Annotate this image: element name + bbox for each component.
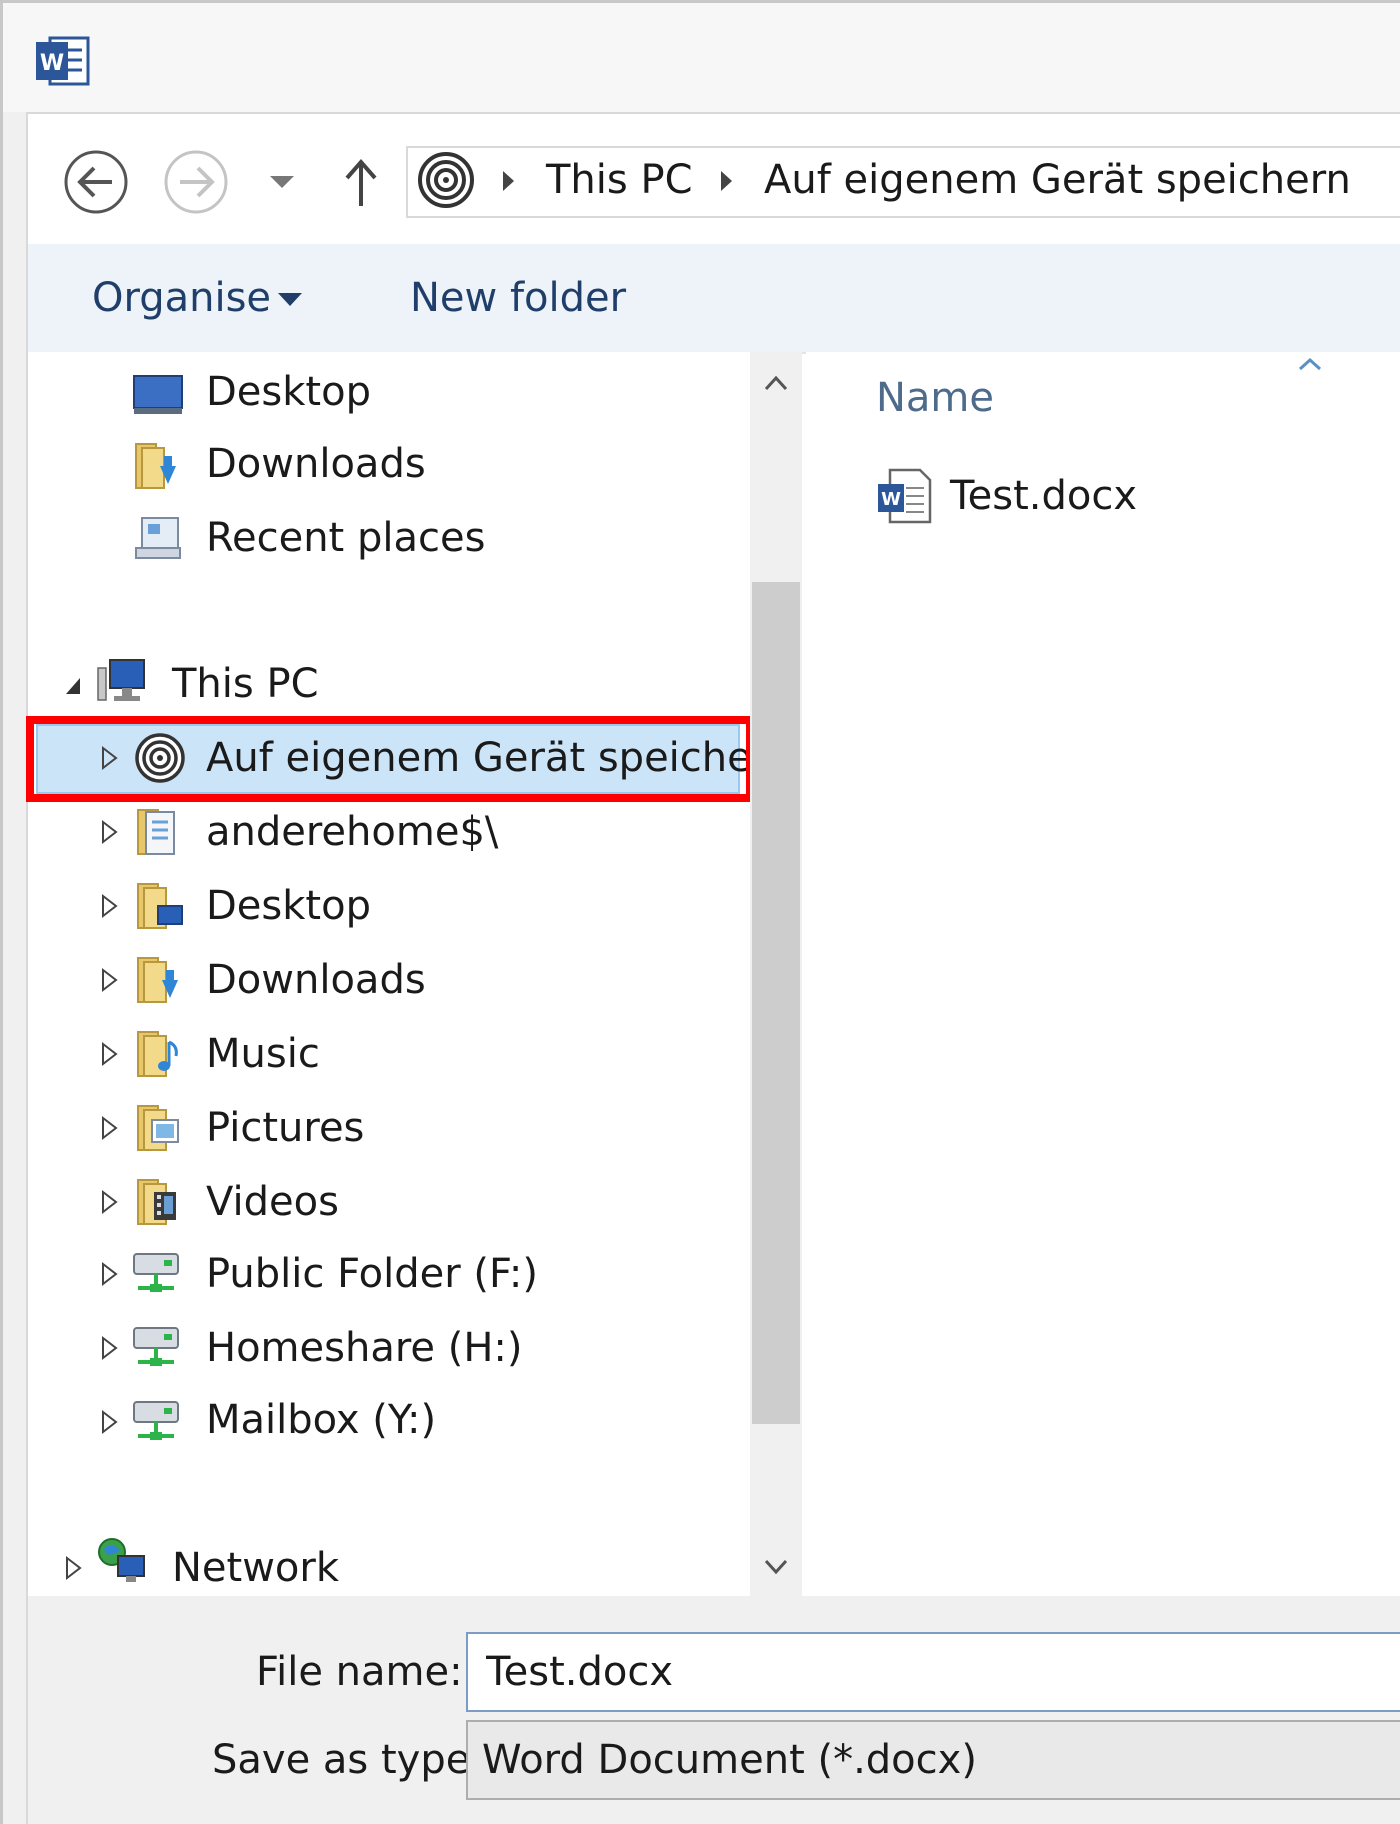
downloads-folder-icon: [135, 443, 176, 489]
nav-item-recent-places[interactable]: Recent places: [206, 504, 485, 572]
highlight-box: [26, 716, 754, 802]
file-item-name[interactable]: Test.docx: [950, 468, 1137, 524]
desktop-folder-icon: [137, 883, 183, 929]
nav-item-desktop[interactable]: Desktop: [206, 358, 371, 426]
collapsed-triangle-icon[interactable]: [62, 1554, 84, 1582]
word-document-icon: W: [878, 468, 932, 524]
network-drive-icon: [133, 1253, 179, 1292]
desktop-icon: [133, 375, 183, 414]
network-folder-icon: [137, 809, 175, 855]
nav-item-anderehome[interactable]: anderehome$\: [206, 798, 498, 866]
nav-item-this-pc[interactable]: This PC: [172, 650, 319, 718]
scrollbar-thumb[interactable]: [752, 582, 800, 1424]
file-name-label: File name:: [256, 1649, 463, 1695]
nav-item-homeshare[interactable]: Homeshare (H:): [206, 1314, 522, 1382]
svg-text:W: W: [40, 51, 64, 76]
sort-ascending-icon: [1298, 357, 1322, 371]
up-arrow-icon[interactable]: [338, 152, 384, 212]
chevron-down-icon[interactable]: [276, 290, 304, 308]
collapsed-triangle-icon[interactable]: [98, 892, 120, 920]
window-border: [0, 0, 3, 1824]
save-type-label: Save as type:: [212, 1737, 484, 1783]
nav-item-videos[interactable]: Videos: [206, 1168, 339, 1236]
save-type-select[interactable]: Word Document (*.docx): [466, 1720, 1400, 1800]
nav-item-public-folder[interactable]: Public Folder (F:): [206, 1240, 538, 1308]
chevron-down-icon[interactable]: [762, 1556, 790, 1578]
collapsed-triangle-icon[interactable]: [98, 1408, 120, 1436]
collapsed-triangle-icon[interactable]: [98, 1260, 120, 1288]
chevron-down-icon[interactable]: [264, 166, 300, 196]
nav-item-network[interactable]: Network: [172, 1534, 339, 1602]
expanded-triangle-icon[interactable]: [62, 672, 84, 700]
music-folder-icon: [137, 1031, 178, 1077]
collapsed-triangle-icon[interactable]: [98, 818, 120, 846]
column-header-name[interactable]: Name: [876, 370, 994, 426]
forward-arrow-icon[interactable]: [162, 148, 230, 216]
nav-item-desktop-pc[interactable]: Desktop: [206, 872, 371, 940]
breadcrumb-separator-icon[interactable]: [716, 168, 736, 194]
nav-item-mailbox[interactable]: Mailbox (Y:): [206, 1386, 436, 1454]
pictures-folder-icon: [137, 1105, 179, 1151]
word-icon: W: [36, 36, 90, 86]
back-arrow-icon[interactable]: [62, 148, 130, 216]
nav-item-downloads[interactable]: Downloads: [206, 430, 426, 498]
organise-button[interactable]: Organise: [92, 270, 271, 326]
collapsed-triangle-icon[interactable]: [98, 1114, 120, 1142]
breadcrumb-separator-icon[interactable]: [498, 168, 518, 194]
nav-item-downloads-pc[interactable]: Downloads: [206, 946, 426, 1014]
collapsed-triangle-icon[interactable]: [98, 1334, 120, 1362]
nav-item-music[interactable]: Music: [206, 1020, 320, 1088]
chevron-up-icon[interactable]: [762, 372, 790, 394]
svg-text:W: W: [881, 489, 901, 510]
title-bar: [0, 0, 1400, 112]
network-drive-icon: [133, 1401, 179, 1440]
spiral-drive-icon: [418, 152, 474, 208]
network-drive-icon: [133, 1327, 179, 1366]
file-list: [806, 352, 1400, 1596]
videos-folder-icon: [137, 1179, 176, 1225]
network-icon: [98, 1538, 145, 1582]
collapsed-triangle-icon[interactable]: [98, 1188, 120, 1216]
collapsed-triangle-icon[interactable]: [98, 1040, 120, 1068]
breadcrumb-this-pc[interactable]: This PC: [546, 150, 693, 210]
recent-places-icon: [135, 517, 181, 559]
new-folder-button[interactable]: New folder: [410, 270, 626, 326]
downloads-folder-icon: [137, 957, 178, 1003]
computer-icon: [97, 659, 145, 701]
breadcrumb-current-folder[interactable]: Auf eigenem Gerät speichern: [764, 150, 1351, 210]
collapsed-triangle-icon[interactable]: [98, 966, 120, 994]
file-name-input[interactable]: [466, 1632, 1400, 1712]
nav-item-pictures[interactable]: Pictures: [206, 1094, 364, 1162]
